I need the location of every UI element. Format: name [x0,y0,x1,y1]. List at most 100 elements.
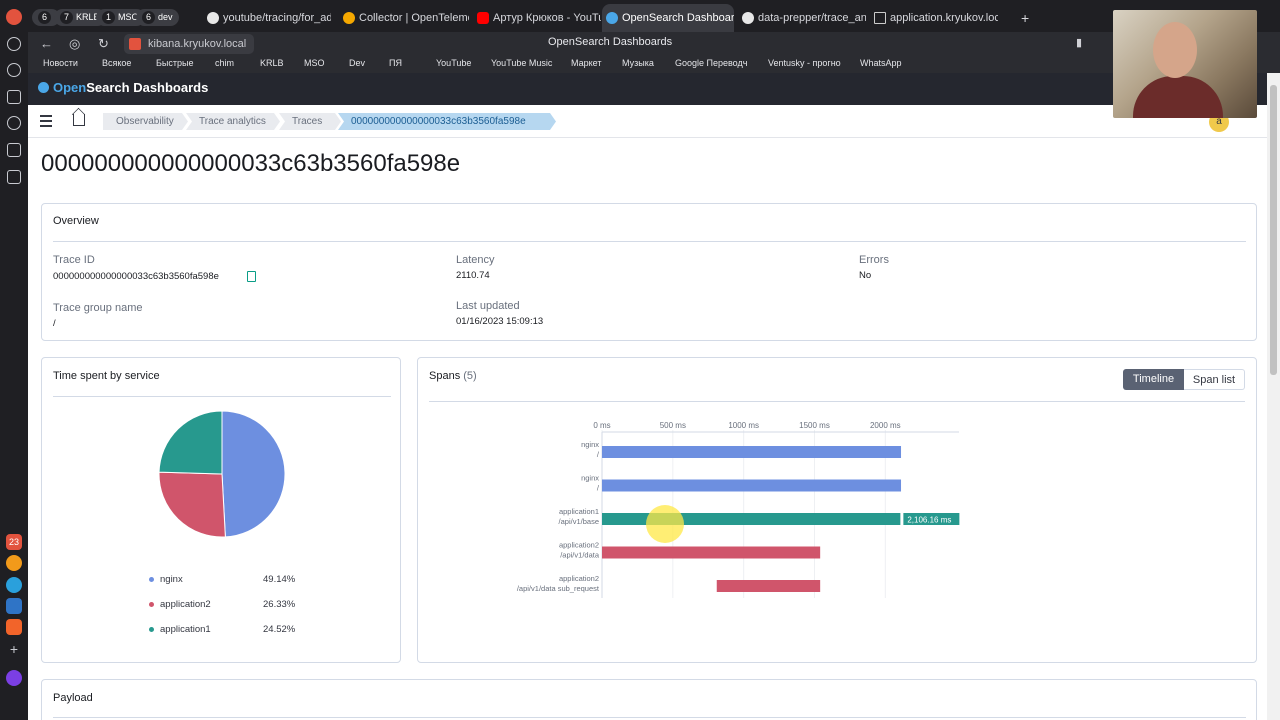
latency-label: Latency [456,254,495,266]
breadcrumb-trace-analytics[interactable]: Trace analytics [186,113,280,130]
bookmark-youtube-music[interactable]: YouTube Music [491,58,552,68]
notes-icon[interactable] [7,90,21,104]
page-title-label: OpenSearch Dashboards [548,36,673,48]
legend-dot [149,627,154,632]
bookmark-mso[interactable]: MSO [304,58,325,68]
timeline-toggle[interactable]: Timeline [1123,369,1184,390]
extension-icon[interactable]: ◎ [69,36,80,52]
span-operation-label: /api/v1/data [560,551,600,560]
legend-label: application2 [160,599,211,610]
breadcrumb-trace-id: 000000000000000033c63b3560fa598e [338,113,556,130]
page-scrollbar[interactable] [1267,73,1280,720]
pie-slice-application1[interactable] [158,410,223,475]
bookmark-whatsapp[interactable]: WhatsApp [860,58,902,68]
tab-application[interactable]: application.kryukov.local/a [870,6,998,30]
bookmark-misc[interactable]: Всякое [102,58,131,68]
tab-collector[interactable]: Collector | OpenTelemetry [339,6,469,30]
webcam-overlay [1113,10,1257,118]
bookmark-quick[interactable]: Быстрые [156,58,193,68]
os-sidebar: 23 + [0,0,28,720]
bookmarks-bar: Новости Всякое Быстрые chim KRLB MSO Dev… [28,56,1280,73]
telegram-icon[interactable] [6,577,22,593]
spans-timeline-chart: 0 ms 500 ms 1000 ms 1500 ms 2000 msnginx/ngi… [517,421,960,598]
play-icon[interactable] [7,116,21,130]
tab-youtube[interactable]: Артур Крюков - YouTube [473,6,601,30]
legend-value: 24.52% [263,624,296,635]
calendar-icon[interactable] [7,143,21,157]
app-icon[interactable] [6,619,22,635]
bookmark-news[interactable]: Новости [43,58,78,68]
clock-icon[interactable] [7,63,21,77]
trace-id-label: Trace ID [53,254,95,266]
back-icon[interactable]: ← [40,36,53,51]
home-icon[interactable] [73,114,85,126]
x-tick-label: 1500 ms [799,421,830,430]
opensearch-logo[interactable]: OpenSearch Dashboards [38,80,208,95]
mail-badge-icon[interactable]: 23 [6,534,22,550]
divider [53,241,1246,242]
copy-icon[interactable] [247,271,256,282]
breadcrumb-observability[interactable]: Observability [103,113,188,130]
last-updated-label: Last updated [456,300,520,312]
pie-slice-application2[interactable] [158,471,226,538]
span-operation-label: /api/v1/data sub_request [517,584,600,593]
reload-icon[interactable]: ↻ [98,36,109,52]
bookmark-dev[interactable]: Dev [349,58,365,68]
bookmark-chim[interactable]: chim [215,58,234,68]
eye-icon[interactable] [7,170,21,184]
site-icon [129,38,141,50]
scrollbar-thumb[interactable] [1270,85,1277,375]
tab-data-prepper[interactable]: data-prepper/trace_analyt [738,6,866,30]
browser-logo-icon[interactable] [6,9,22,25]
alice-icon[interactable] [6,670,22,686]
legend-value: 26.33% [263,599,296,610]
url-field[interactable]: kibana.kryukov.local [124,34,255,54]
span-list-toggle[interactable]: Span list [1184,369,1245,390]
span-service-label: nginx [581,474,599,483]
pie-slice-nginx[interactable] [221,410,286,538]
x-tick-label: 2000 ms [870,421,901,430]
legend-label: application1 [160,624,211,635]
bookmark-music[interactable]: Музыка [622,58,654,68]
opensearch-icon [606,12,618,24]
divider [53,717,1246,718]
github-icon [742,12,754,24]
errors-label: Errors [859,254,889,266]
menu-icon[interactable] [40,115,52,130]
service-panel-title: Time spent by service [53,370,160,382]
span-bar-nginx[interactable] [602,446,902,458]
divider [429,401,1245,402]
bookmark-ventusky[interactable]: Ventusky - прогно [768,58,841,68]
add-app-icon[interactable]: + [6,641,22,657]
bell-icon[interactable] [7,37,21,51]
tab-github-tracing[interactable]: youtube/tracing/for_admin [203,6,331,30]
opensearch-logo-icon [38,82,49,93]
span-bar-application2[interactable] [602,546,821,559]
payload-panel: Payload [41,679,1257,720]
new-tab-button[interactable]: + [1013,6,1037,30]
span-service-label: application2 [559,574,599,583]
tab-opensearch[interactable]: OpenSearch Dashboards [602,4,734,32]
spans-count: (5) [463,370,477,382]
spans-panel: Spans (5) 0 ms 500 ms 1000 ms 1500 ms 2000 m… [417,357,1257,663]
legend-label: nginx [160,574,183,585]
bookmark-py[interactable]: ПЯ [389,58,402,68]
youtube-icon [477,12,489,24]
bookmark-translate[interactable]: Google Переводч [675,58,747,68]
bookmark-icon[interactable]: ▮ [1076,36,1082,49]
bookmark-market[interactable]: Маркет [571,58,601,68]
spans-title: Spans (5) [429,370,477,382]
page-icon [874,12,886,24]
bookmark-krlb[interactable]: KRLB [260,58,284,68]
span-bar-nginx[interactable] [602,479,902,492]
service-pie-chart [158,410,286,538]
github-icon [207,12,219,24]
bookmark-youtube[interactable]: YouTube [436,58,471,68]
vk-icon[interactable] [6,598,22,614]
span-bar-application2[interactable] [716,580,821,592]
span-service-label: application2 [559,541,599,550]
breadcrumb-traces[interactable]: Traces [279,113,341,130]
tab-group-4[interactable]: 6 dev [136,9,179,26]
span-operation-label: / [597,484,600,493]
music-app-icon[interactable] [6,555,22,571]
